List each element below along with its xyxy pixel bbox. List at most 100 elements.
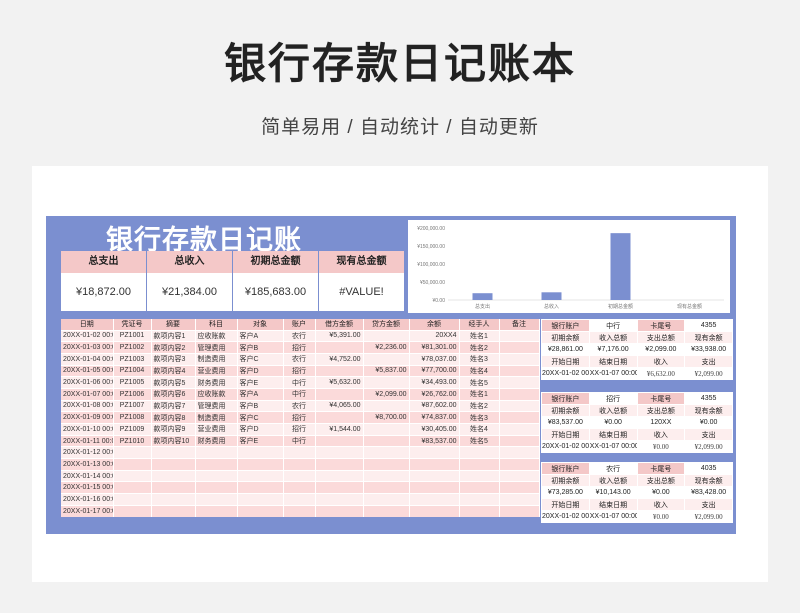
account-field-value[interactable]: 20XX-01-02 00:00: — [541, 367, 590, 380]
table-cell[interactable]: PZ1002 — [113, 341, 152, 354]
account-field-value[interactable]: ¥2,099.00 — [684, 367, 733, 380]
table-cell[interactable] — [499, 364, 540, 377]
table-cell[interactable] — [363, 469, 410, 482]
account-field-value[interactable]: ¥83,428.00 — [684, 486, 733, 499]
summary-value[interactable]: ¥185,683.00 — [233, 273, 318, 311]
table-cell[interactable] — [283, 446, 316, 459]
account-field-value[interactable]: ¥0.00 — [684, 416, 733, 429]
table-cell[interactable] — [499, 504, 540, 517]
table-cell[interactable]: PZ1003 — [113, 352, 152, 366]
table-cell[interactable] — [315, 364, 364, 377]
table-cell[interactable] — [113, 481, 152, 494]
table-cell[interactable]: 客户E — [237, 434, 284, 447]
table-cell[interactable] — [113, 458, 152, 471]
table-cell[interactable]: PZ1005 — [113, 376, 152, 389]
table-cell[interactable] — [363, 376, 410, 389]
table-cell[interactable]: ¥4,065.00 — [315, 399, 364, 412]
account-field-value[interactable]: ¥0.00 — [636, 510, 686, 523]
table-cell[interactable]: 招行 — [283, 341, 316, 354]
table-cell[interactable] — [499, 387, 540, 401]
table-cell[interactable] — [151, 446, 196, 459]
table-cell[interactable]: 款项内容10 — [151, 434, 196, 447]
account-field-value[interactable]: ¥83,537.00 — [541, 416, 590, 429]
table-cell[interactable] — [459, 481, 500, 494]
table-cell[interactable] — [315, 493, 364, 506]
table-cell[interactable]: 20XX-01-17 00:00:00 — [61, 504, 114, 517]
table-cell[interactable] — [409, 469, 460, 482]
account-field-value[interactable]: ¥2,099.00 — [636, 343, 686, 356]
table-cell[interactable] — [363, 458, 410, 471]
account-field-value[interactable]: ¥33,938.00 — [684, 343, 733, 356]
card-number-value[interactable]: 4355 — [684, 319, 733, 332]
account-field-value[interactable]: 20XX-01-02 00:00: — [541, 440, 590, 453]
table-cell[interactable] — [363, 399, 410, 412]
table-cell[interactable]: 姓名5 — [459, 376, 500, 389]
table-cell[interactable] — [499, 329, 540, 342]
table-cell[interactable]: ¥74,837.00 — [409, 411, 460, 424]
table-cell[interactable]: 财务费用 — [195, 434, 238, 447]
table-cell[interactable]: 中行 — [283, 434, 316, 447]
table-cell[interactable] — [237, 458, 284, 471]
table-cell[interactable] — [363, 423, 410, 436]
table-cell[interactable]: 20XX4 — [409, 329, 460, 342]
table-cell[interactable] — [237, 481, 284, 494]
table-cell[interactable] — [315, 458, 364, 471]
table-cell[interactable]: 20XX-01-09 00:00:00 — [61, 411, 114, 424]
table-cell[interactable]: 20XX-01-04 00:00:00 — [61, 352, 114, 366]
table-cell[interactable] — [151, 458, 196, 471]
table-cell[interactable] — [409, 493, 460, 506]
table-cell[interactable] — [499, 411, 540, 424]
table-cell[interactable] — [113, 493, 152, 506]
table-cell[interactable] — [315, 387, 364, 401]
account-field-value[interactable]: ¥0.00 — [636, 486, 686, 499]
table-cell[interactable] — [363, 329, 410, 342]
table-cell[interactable]: ¥5,837.00 — [363, 364, 410, 377]
table-cell[interactable]: 20XX-01-06 00:00:00 — [61, 376, 114, 389]
table-cell[interactable]: ¥5,391.00 — [315, 329, 364, 342]
account-field-value[interactable]: ¥73,285.00 — [541, 486, 590, 499]
table-cell[interactable]: ¥81,301.00 — [409, 341, 460, 354]
account-field-value[interactable]: ¥0.00 — [636, 440, 686, 453]
account-field-value[interactable]: ¥10,143.00 — [588, 486, 638, 499]
table-cell[interactable] — [237, 446, 284, 459]
table-cell[interactable]: 款项内容6 — [151, 387, 196, 401]
table-cell[interactable] — [283, 504, 316, 517]
table-cell[interactable]: 中行 — [283, 376, 316, 389]
table-cell[interactable]: 管理费用 — [195, 341, 238, 354]
summary-initial-total[interactable]: 初期总金额 ¥185,683.00 — [233, 251, 318, 311]
card-number-value[interactable]: 4035 — [684, 462, 733, 475]
table-cell[interactable] — [499, 434, 540, 447]
chart-bar[interactable] — [472, 293, 493, 300]
table-cell[interactable]: 应收账款 — [195, 329, 238, 342]
table-cell[interactable] — [195, 469, 238, 482]
table-cell[interactable] — [499, 469, 540, 482]
table-cell[interactable]: 款项内容7 — [151, 399, 196, 412]
table-cell[interactable]: 客户B — [237, 341, 284, 354]
table-cell[interactable]: 款项内容9 — [151, 423, 196, 436]
table-cell[interactable] — [363, 481, 410, 494]
table-cell[interactable]: ¥5,632.00 — [315, 376, 364, 389]
table-cell[interactable] — [315, 469, 364, 482]
table-cell[interactable]: ¥8,700.00 — [363, 411, 410, 424]
table-cell[interactable]: 20XX-01-07 00:00:00 — [61, 387, 114, 401]
summary-total-income[interactable]: 总收入 ¥21,384.00 — [147, 251, 232, 311]
table-cell[interactable]: 姓名3 — [459, 411, 500, 424]
table-cell[interactable]: ¥78,037.00 — [409, 352, 460, 366]
table-cell[interactable]: 20XX-01-13 00:00:00 — [61, 458, 114, 471]
table-cell[interactable] — [315, 504, 364, 517]
table-cell[interactable]: ¥87,602.00 — [409, 399, 460, 412]
table-cell[interactable]: PZ1007 — [113, 399, 152, 412]
table-cell[interactable]: 姓名5 — [459, 434, 500, 447]
table-cell[interactable]: 姓名4 — [459, 364, 500, 377]
table-cell[interactable] — [113, 504, 152, 517]
table-cell[interactable] — [499, 423, 540, 436]
table-cell[interactable]: 姓名4 — [459, 423, 500, 436]
table-cell[interactable] — [459, 446, 500, 459]
table-cell[interactable]: 客户E — [237, 376, 284, 389]
table-cell[interactable]: 客户A — [237, 387, 284, 401]
chart-bar[interactable] — [541, 292, 562, 300]
summary-total-expense[interactable]: 总支出 ¥18,872.00 — [61, 251, 146, 311]
table-cell[interactable] — [151, 504, 196, 517]
table-cell[interactable] — [499, 493, 540, 506]
table-cell[interactable] — [459, 458, 500, 471]
